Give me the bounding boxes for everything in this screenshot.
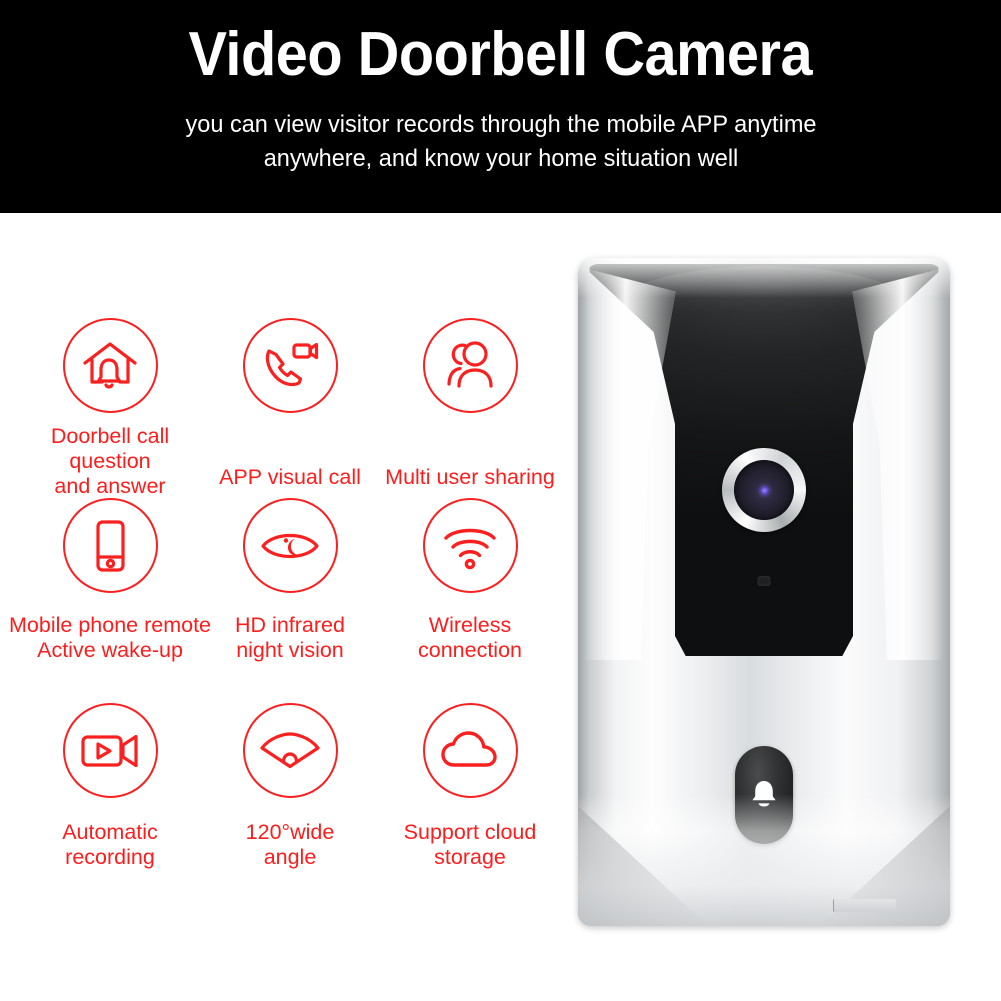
camcorder-play-icon <box>62 703 158 798</box>
house-bell-icon <box>62 318 158 413</box>
subtitle-line-2: anywhere, and know your home situation w… <box>263 144 738 172</box>
bell-glyph <box>752 781 776 807</box>
wide-angle-fan-icon <box>242 703 338 798</box>
feature-item-cloud-storage: Support cloud storage <box>375 703 565 870</box>
camera-lens-glint <box>759 485 769 495</box>
subtitle-line-1: you can view visitor records through the… <box>184 111 816 138</box>
chrome-bevel-left <box>578 806 708 926</box>
feature-label: Mobile phone remote Active wake-up <box>9 613 211 663</box>
page-title: Video Doorbell Camera <box>188 20 813 89</box>
video-call-icon <box>242 318 338 413</box>
feature-item-app-visual-call: APP visual call <box>195 318 385 490</box>
cloud-icon <box>422 703 518 798</box>
multi-user-icon <box>422 318 518 413</box>
feature-label: Support cloud storage <box>403 820 537 870</box>
bottom-label-slot <box>833 899 896 912</box>
product-image-video-doorbell <box>578 258 950 926</box>
feature-label: Wireless connection <box>418 613 522 663</box>
header-banner: Video Doorbell Camera you can view visit… <box>0 0 1001 213</box>
feature-item-night-vision: HD infrared night vision <box>195 498 385 663</box>
feature-item-doorbell-call: Doorbell call question and answer <box>15 318 205 499</box>
doorbell-push-button[interactable] <box>735 746 793 844</box>
ir-sensor-dot <box>757 576 771 586</box>
feature-label: Doorbell call question and answer <box>50 424 170 499</box>
doorbell-chrome-body <box>578 258 950 926</box>
feature-label: HD infrared night vision <box>235 613 345 663</box>
feature-item-mobile-remote: Mobile phone remote Active wake-up <box>9 498 211 663</box>
feature-label: Multi user sharing <box>385 465 555 489</box>
feature-grid: Doorbell call question and answer APP vi… <box>0 213 580 913</box>
smartphone-icon <box>62 498 158 593</box>
camera-lens-glass <box>734 460 794 520</box>
feature-item-wide-angle: 120°wide angle <box>195 703 385 870</box>
feature-label: 120°wide angle <box>245 820 335 870</box>
feature-label: APP visual call <box>219 465 361 489</box>
feature-item-wireless-connection: Wireless connection <box>375 498 565 663</box>
feature-item-automatic-recording: Automatic recording <box>15 703 205 870</box>
camera-lens <box>722 448 806 532</box>
wifi-icon <box>422 498 518 593</box>
feature-item-multi-user-sharing: Multi user sharing <box>375 318 565 490</box>
page-subtitle: you can view visitor records through the… <box>136 108 866 176</box>
night-vision-eye-icon <box>242 498 338 593</box>
feature-label: Automatic recording <box>62 820 158 870</box>
